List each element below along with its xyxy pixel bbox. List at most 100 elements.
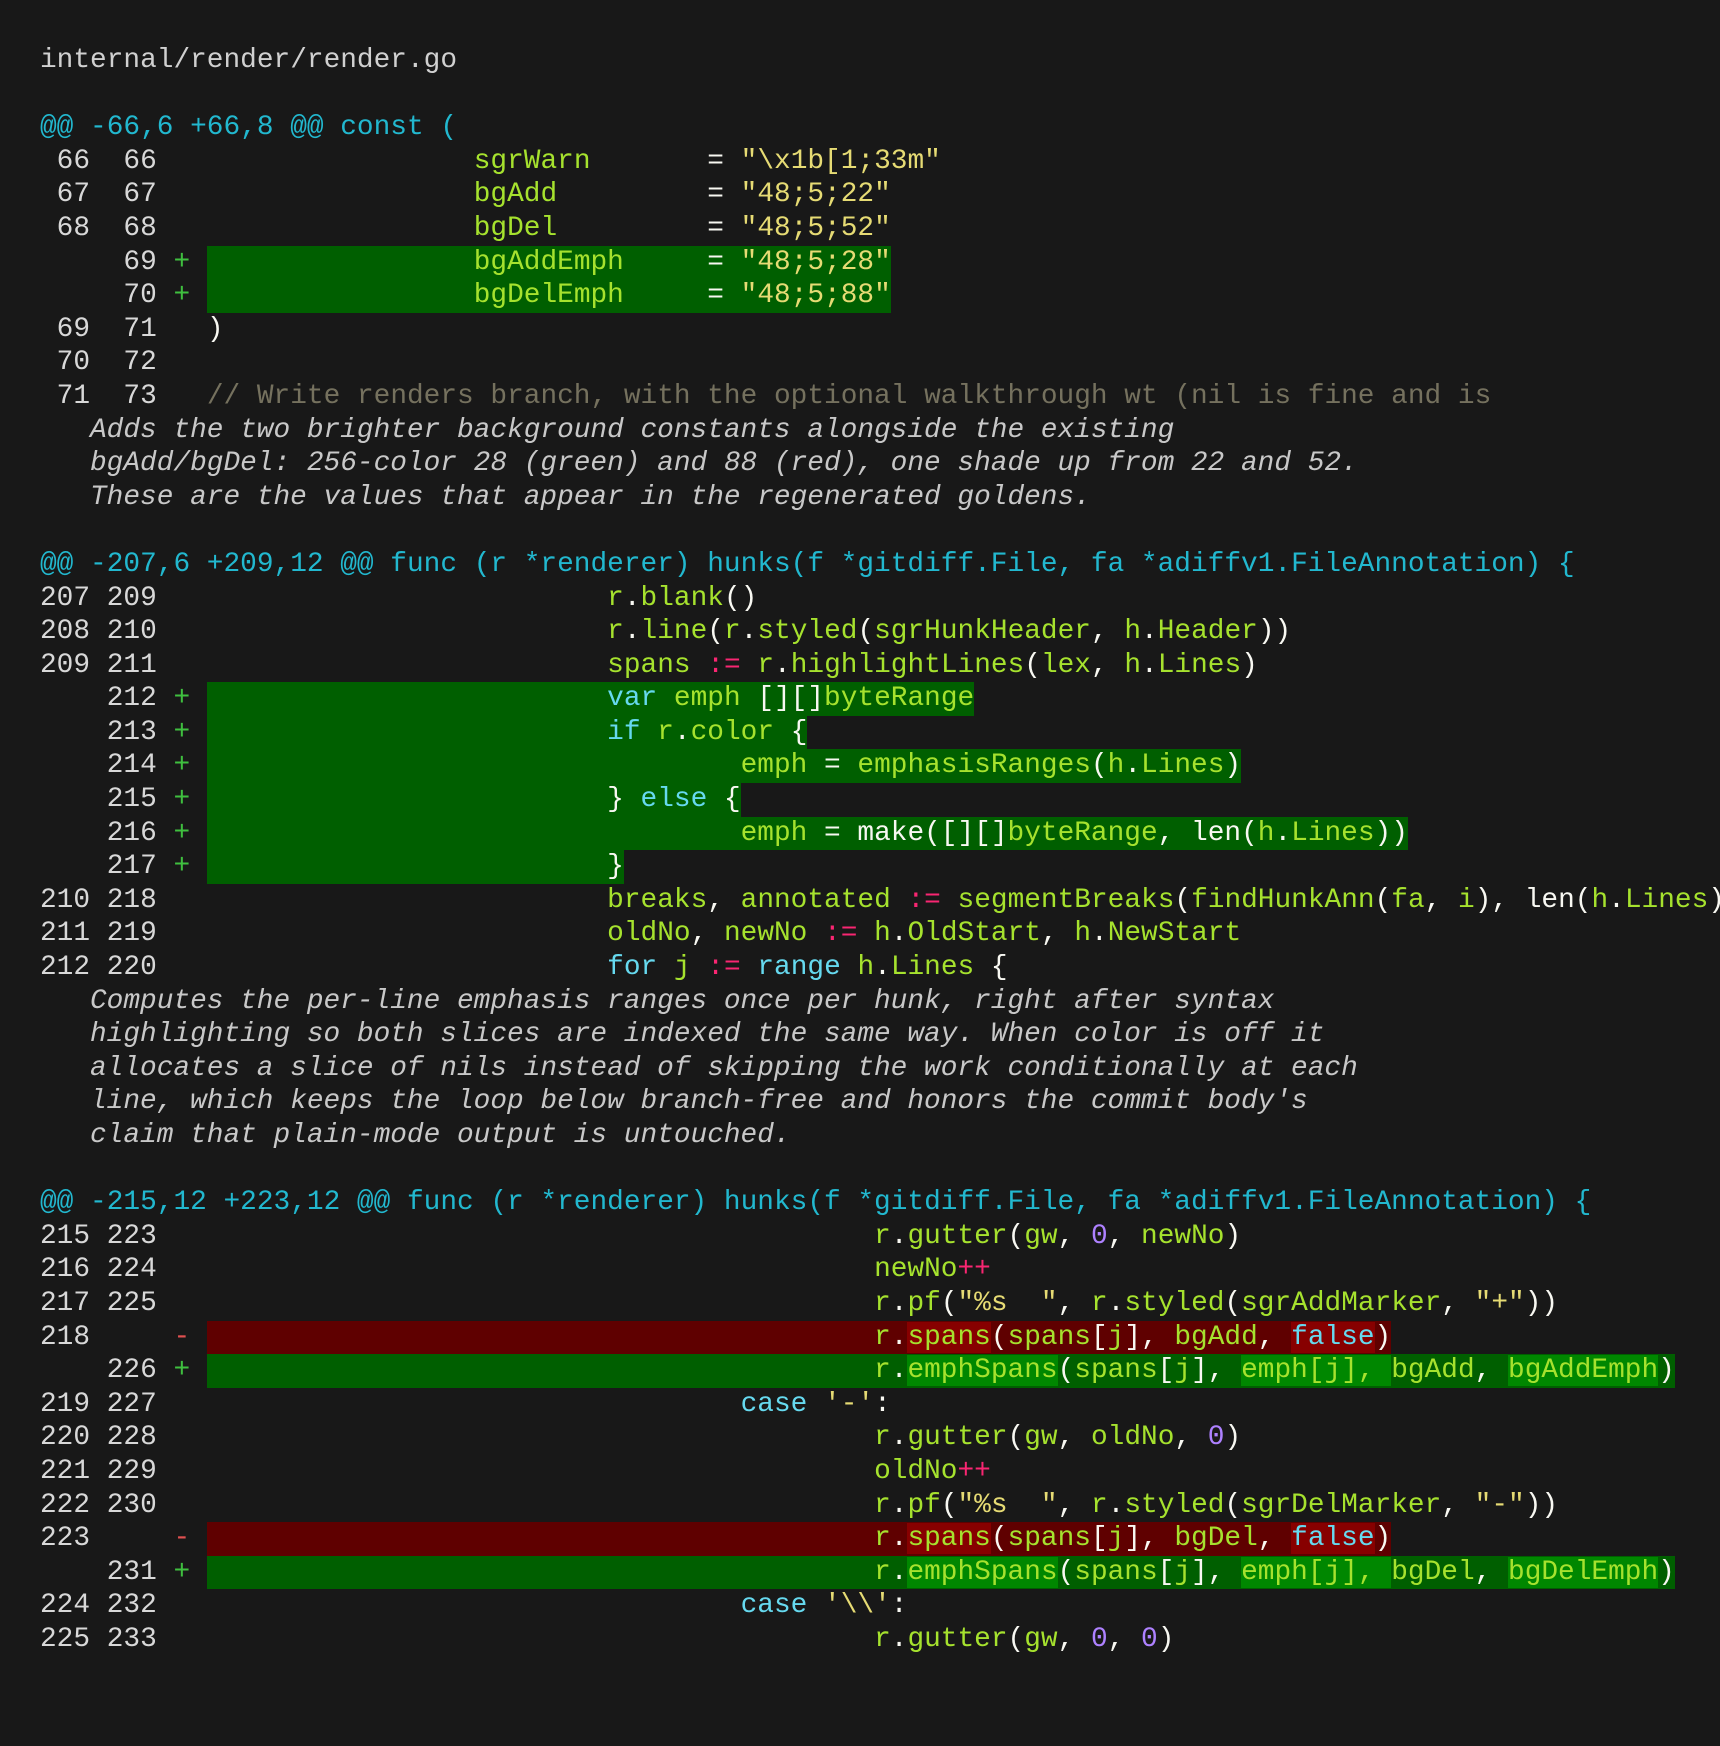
line-numbers: 225 233 [40,1623,157,1655]
code: var emph [][]byteRange [206,682,975,716]
diff-marker [157,952,207,983]
code-token: '-' [824,1388,875,1420]
code-token: ), len( [1474,884,1592,916]
hunk-list: @@ -66,6 +66,8 @@ const ( 66 66 sgrWarn … [40,111,1720,1656]
code-token: "48;5;22" [740,179,891,211]
code: r.spans(spans[j], bgAdd, false) [206,1320,1392,1355]
context-line: 222 230 r.pf("%s ", r.styled(sgrDelMarke… [40,1489,1680,1523]
code-token: // Write renders branch, with the option… [206,380,1492,412]
diff-marker [157,650,207,681]
code-token: . [1107,1489,1125,1521]
code-token: h [1257,817,1275,849]
code-token: Lines [890,952,975,984]
code-token: spans [607,649,691,681]
code-token: bgAddEmph [1508,1355,1659,1387]
diff-marker: + [156,784,207,816]
code-token: = [623,246,741,278]
added-line: 214 + emph = emphasisRanges(h.Lines) [40,749,1680,784]
code-token: for [607,952,658,984]
added-line: 226 + r.emphSpans(spans[j], emph[j], bgA… [40,1354,1680,1388]
code-token: gutter [907,1422,1008,1454]
code-token: r [607,582,624,614]
code-token: i [1458,884,1475,916]
code-token: ], [1124,1321,1175,1353]
code-token: { [774,716,808,748]
code: ) [207,313,224,347]
code: r.gutter(gw, oldNo, 0) [207,1421,1241,1455]
code-token: false [1291,1321,1375,1353]
code-token: spans [1007,1321,1091,1353]
code-token: j [1107,1321,1125,1353]
code-token: emphasisRanges [857,750,1091,782]
line-numbers: 215 [40,784,157,816]
code-token: emphSpans [907,1556,1058,1588]
code-token: ( [940,1489,958,1521]
code-token: pf [907,1287,941,1319]
code: newNo++ [207,1253,991,1287]
code-token: ) [1224,1220,1242,1252]
code-token: := [824,918,858,950]
code-token: 0 [1090,1623,1108,1655]
context-line: 216 224 newNo++ [40,1253,1680,1287]
code-token: styled [1124,1287,1225,1319]
code-token: r [1090,1489,1108,1521]
context-line: 67 67 bgAdd = "48;5;22" [40,178,1680,212]
code-token: h [1074,918,1091,950]
code-token: ) [1374,1321,1392,1353]
line-numbers: 70 [40,280,157,312]
line-numbers: 222 230 [40,1489,157,1521]
code-token: ) [1224,1422,1242,1454]
deleted-line: 218 - r.spans(spans[j], bgAdd, false) [40,1320,1680,1355]
code-token: ++ [957,1455,991,1487]
diff-marker: + [156,1556,207,1588]
code-token: : [890,1590,908,1622]
code-token: Header [1157,616,1258,648]
code-token: r [874,1220,891,1252]
code-token: . [890,1623,908,1655]
code-token: j [1107,1523,1125,1555]
code-token: )) [1708,885,1720,916]
context-line: 69 71 ) [40,313,1680,347]
code-token: byteRange [824,683,975,715]
code-token: . [1107,1287,1125,1319]
code-token: Lines [1141,750,1225,782]
code-token: , [1090,649,1125,681]
code-token: spans [1007,1523,1091,1555]
added-line: 217 + } [40,850,1680,884]
code-token: , [1424,884,1459,916]
code-token: . [774,649,791,681]
code-token: "48;5;88" [740,280,891,312]
code: sgrWarn = "\x1b[1;33m" [207,145,941,179]
code-token: r [723,616,741,648]
code-token: segmentBreaks [957,884,1175,916]
annotation-note: Computes the per-line emphasis ranges on… [90,985,1275,1017]
code-token: "\x1b[1;33m" [740,145,941,177]
context-line: 210 218 breaks, annotated := segmentBrea… [40,884,1720,918]
code: r.spans(spans[j], bgDel, false) [206,1522,1392,1556]
line-numbers: 211 219 [40,918,157,950]
code-token: r [874,1422,891,1454]
code-token: bgAdd [473,179,558,211]
line-numbers: 217 225 [40,1287,157,1319]
code-token: = make([][] [807,817,1008,849]
code-token: newNo [874,1254,958,1286]
code-token: else [640,784,708,816]
code-token: "-" [1474,1489,1525,1521]
code-token: = [590,145,741,177]
code-token: color [690,716,775,748]
diff-marker [157,583,207,614]
diff-marker [157,1490,207,1521]
hunk-header: @@ -207,6 +209,12 @@ func (r *renderer) … [40,548,1575,580]
line-numbers: 69 [40,246,157,278]
annotation-note: bgAdd/bgDel: 256-color 28 (green) and 88… [90,448,1358,480]
code-token: ], [1191,1355,1242,1387]
